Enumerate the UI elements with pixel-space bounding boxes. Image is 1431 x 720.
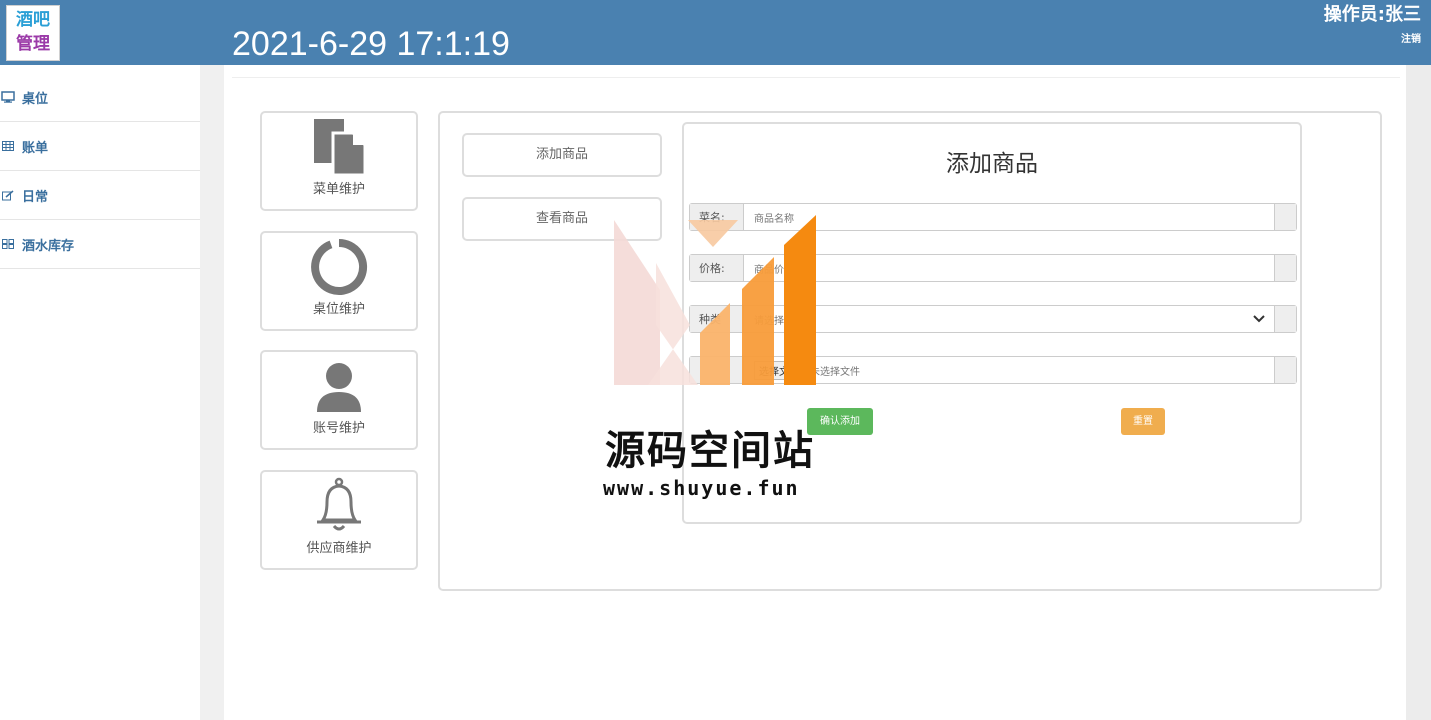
divider xyxy=(232,77,1400,78)
add-product-tab[interactable]: 添加商品 xyxy=(462,133,662,177)
current-datetime: 2021-6-29 17:1:19 xyxy=(232,25,510,63)
logo-line-2: 管理 xyxy=(16,34,50,54)
ring-icon xyxy=(311,238,368,295)
operator-name: 操作员:张三 xyxy=(1323,4,1421,25)
app-logo[interactable]: 酒吧 管理 xyxy=(6,5,60,61)
confirm-add-button[interactable]: 确认添加 xyxy=(807,408,873,435)
edit-icon xyxy=(0,187,16,203)
name-label: 菜名: xyxy=(690,204,744,230)
main-content: 菜单维护 桌位维护 账号维护 供应商维护 添加商品 查看商品 添加商品 菜名: xyxy=(224,65,1406,720)
table-icon xyxy=(0,138,16,154)
tile-table-maintenance[interactable]: 桌位维护 xyxy=(260,231,418,331)
tile-supplier-maintenance[interactable]: 供应商维护 xyxy=(260,470,418,570)
type-label: 种类 xyxy=(690,306,744,332)
logout-link[interactable]: 注销 xyxy=(1401,30,1421,45)
tile-account-maintenance[interactable]: 账号维护 xyxy=(260,350,418,450)
chevron-down-icon xyxy=(1244,306,1274,332)
sidebar-item-tables[interactable]: 桌位 xyxy=(0,65,200,122)
tile-label: 账号维护 xyxy=(312,421,365,436)
sidebar-item-label: 账单 xyxy=(22,140,49,156)
tile-label: 桌位维护 xyxy=(312,302,365,317)
sidebar-item-daily[interactable]: 日常 xyxy=(0,171,200,220)
sidebar-item-label: 日常 xyxy=(22,189,49,205)
price-field[interactable]: 价格: 商品价 xyxy=(689,254,1297,282)
form-title: 添加商品 xyxy=(946,151,1038,177)
logo-line-1: 酒吧 xyxy=(16,10,50,30)
input-addon-right xyxy=(1274,255,1296,281)
price-input[interactable]: 商品价 xyxy=(744,255,1274,281)
scrollbar-track[interactable] xyxy=(1406,65,1431,720)
image-file-field[interactable]: 选择文件 未选择文件 xyxy=(689,356,1297,384)
view-products-tab[interactable]: 查看商品 xyxy=(462,197,662,241)
sidebar: 桌位 账单 日常 酒水库存 xyxy=(0,65,200,720)
input-addon-right xyxy=(1274,306,1296,332)
tile-menu-maintenance[interactable]: 菜单维护 xyxy=(260,111,418,211)
input-addon-right xyxy=(1274,204,1296,230)
user-icon xyxy=(317,363,361,412)
file-input[interactable]: 选择文件 未选择文件 xyxy=(744,357,1274,383)
sidebar-item-inventory[interactable]: 酒水库存 xyxy=(0,220,200,269)
reset-button[interactable]: 重置 xyxy=(1121,408,1165,435)
type-select[interactable]: 请选择 xyxy=(744,306,1244,332)
choose-file-button[interactable]: 选择文件 xyxy=(754,360,804,380)
sidebar-item-bills[interactable]: 账单 xyxy=(0,122,200,171)
type-select-field[interactable]: 种类 请选择 xyxy=(689,305,1297,333)
file-status: 未选择文件 xyxy=(810,366,860,378)
sidebar-item-label: 酒水库存 xyxy=(22,238,75,254)
grid-icon xyxy=(0,236,16,252)
bell-icon xyxy=(317,477,361,531)
top-header: 酒吧 管理 2021-6-29 17:1:19 操作员:张三 注销 xyxy=(0,0,1431,65)
price-label: 价格: xyxy=(690,255,744,281)
tile-label: 菜单维护 xyxy=(312,182,365,197)
watermark-title: 源码空间站 xyxy=(605,428,815,474)
content-panel: 添加商品 查看商品 添加商品 菜名: 商品名称 价格: 商品价 种类 请选择 选… xyxy=(438,111,1382,591)
file-label xyxy=(690,357,744,383)
name-field[interactable]: 菜名: 商品名称 xyxy=(689,203,1297,231)
input-addon-right xyxy=(1274,357,1296,383)
name-input[interactable]: 商品名称 xyxy=(744,204,1274,230)
watermark-url: www.shuyue.fun xyxy=(603,476,800,500)
sidebar-item-label: 桌位 xyxy=(22,91,49,107)
tile-label: 供应商维护 xyxy=(306,541,372,556)
monitor-icon xyxy=(0,89,16,105)
file-copy-icon xyxy=(314,119,367,177)
